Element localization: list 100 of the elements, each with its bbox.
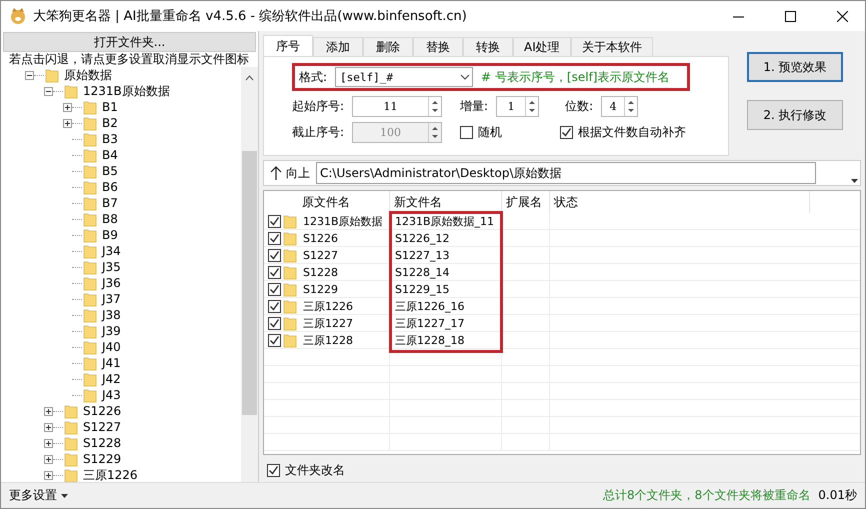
tree-item[interactable]: S1226 <box>83 404 122 418</box>
column-header[interactable]: 新文件名 <box>390 191 502 214</box>
checkbox[interactable] <box>268 282 281 296</box>
field-label: 截止序号: <box>292 124 344 141</box>
tree-item[interactable]: 原始数据 <box>64 67 112 84</box>
folder-icon <box>82 163 98 179</box>
tree-item[interactable]: J38 <box>102 308 121 322</box>
arrow-up-icon <box>270 165 282 182</box>
tab[interactable]: 替换 <box>413 37 463 56</box>
tree-item[interactable]: J42 <box>102 372 121 386</box>
tree-item[interactable]: B3 <box>102 132 118 146</box>
tree-item[interactable]: B2 <box>102 116 118 130</box>
collapse-icon[interactable] <box>44 86 53 96</box>
tree-item[interactable]: B8 <box>102 212 118 226</box>
tree-item[interactable]: B9 <box>102 228 118 242</box>
table-cell: S1227 <box>298 247 390 264</box>
caret-icon <box>61 494 68 498</box>
tree-item[interactable]: B4 <box>102 148 118 162</box>
column-header[interactable]: 状态 <box>550 191 810 214</box>
tree-item[interactable]: B5 <box>102 164 118 178</box>
window-title: 大笨狗更名器 | AI批量重命名 v4.5.6 - 缤纷软件出品(www.binfensoft.cn) <box>33 8 468 25</box>
tree-item[interactable]: S1228 <box>83 436 122 450</box>
tab[interactable]: 添加 <box>313 37 363 56</box>
scrollbar[interactable] <box>241 67 258 482</box>
tree-item[interactable]: J37 <box>102 292 121 306</box>
column-header[interactable]: 扩展名 <box>502 191 550 214</box>
tree-item[interactable]: J43 <box>102 388 121 402</box>
folder-icon <box>82 275 98 291</box>
checkbox[interactable] <box>268 334 281 347</box>
tree-item[interactable]: S1229 <box>83 452 122 466</box>
folder-icon <box>283 315 297 332</box>
tab[interactable]: 转换 <box>463 37 513 56</box>
checkbox-label: 随机 <box>478 124 502 141</box>
folder-icon <box>283 264 297 280</box>
checkbox-label: 根据文件数自动补齐 <box>578 124 686 141</box>
tree-item[interactable]: J40 <box>102 340 121 354</box>
checkbox[interactable] <box>268 300 281 313</box>
folder-icon <box>82 323 98 339</box>
path-field[interactable]: C:\Users\Administrator\Desktop\原始数据 <box>316 162 816 184</box>
number-spinner[interactable]: 11 <box>352 96 442 117</box>
checkbox[interactable] <box>267 464 280 477</box>
folder-icon <box>82 339 98 355</box>
tree-item[interactable]: 三原1226 <box>83 466 138 482</box>
folder-icon <box>283 298 297 314</box>
up-button[interactable]: 向上 <box>268 164 312 182</box>
checkbox[interactable] <box>460 126 474 139</box>
tab[interactable]: 删除 <box>363 37 413 56</box>
folder-icon <box>63 467 79 482</box>
table-cell: S1228 <box>298 264 390 280</box>
expand-icon[interactable] <box>44 454 53 464</box>
open-folder-button[interactable]: 打开文件夹... <box>3 32 256 52</box>
folder-icon <box>82 355 98 371</box>
dropdown-icon[interactable] <box>850 177 859 184</box>
number-spinner[interactable]: 4 <box>601 96 638 117</box>
action-button[interactable]: 2. 执行修改 <box>747 100 843 130</box>
tree-item[interactable]: B7 <box>102 196 118 210</box>
checkbox[interactable] <box>268 232 281 245</box>
expand-icon[interactable] <box>63 118 72 128</box>
tree-item[interactable]: J35 <box>102 260 121 274</box>
table-cell: 三原1228_18 <box>390 332 502 348</box>
expand-icon[interactable] <box>44 422 53 432</box>
folder-icon <box>82 147 98 163</box>
tab[interactable]: AI处理 <box>513 37 571 56</box>
expand-icon[interactable] <box>44 406 53 416</box>
folder-icon <box>82 291 98 307</box>
folder-icon <box>82 131 98 147</box>
checkbox[interactable] <box>268 266 281 279</box>
number-spinner[interactable]: 1 <box>496 96 540 117</box>
column-header[interactable]: 原文件名 <box>298 191 390 214</box>
table-cell: S1227_13 <box>390 247 502 264</box>
tree-item[interactable]: S1227 <box>83 420 122 434</box>
folder-icon <box>82 115 98 131</box>
field-label: 起始序号: <box>292 98 344 115</box>
action-button[interactable]: 1. 预览效果 <box>747 52 843 82</box>
folder-icon <box>63 83 79 99</box>
table-cell: S1229_15 <box>390 281 502 298</box>
chevron-down-icon <box>458 72 472 82</box>
format-dropdown[interactable]: [self]_# <box>335 67 474 87</box>
tree-item[interactable]: B1 <box>102 100 118 114</box>
tree-item[interactable]: J36 <box>102 276 121 290</box>
expand-icon[interactable] <box>63 102 72 112</box>
checkbox[interactable] <box>268 316 281 330</box>
folder-icon <box>63 419 79 435</box>
tree-item[interactable]: J34 <box>102 244 121 258</box>
tree-item[interactable]: 1231B原始数据 <box>83 82 170 100</box>
tree-item[interactable]: B6 <box>102 180 118 194</box>
expand-icon[interactable] <box>44 470 53 480</box>
checkbox[interactable] <box>560 126 574 139</box>
collapse-icon[interactable] <box>25 70 34 80</box>
tree-item[interactable]: J41 <box>102 356 121 370</box>
tab[interactable]: 关于本软件 <box>570 37 653 56</box>
expand-icon[interactable] <box>44 438 53 448</box>
tree-item[interactable]: J39 <box>102 324 121 338</box>
more-settings-menu[interactable]: 更多设置 <box>9 487 68 504</box>
scroll-up-icon[interactable] <box>245 75 254 81</box>
checkbox[interactable] <box>268 214 281 228</box>
tab[interactable]: 序号 <box>263 35 313 56</box>
table-cell: 1231B原始数据 <box>298 213 390 230</box>
checkbox[interactable] <box>268 248 281 262</box>
folder-icon <box>82 307 98 323</box>
